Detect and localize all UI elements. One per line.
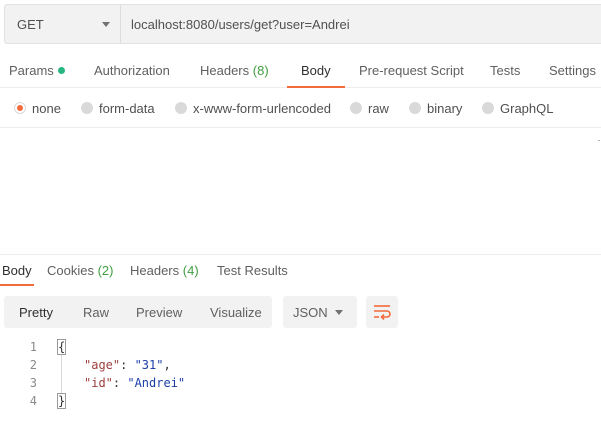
tab-label: Headers bbox=[130, 263, 180, 278]
radio-icon bbox=[409, 102, 421, 114]
tab-body[interactable]: Body bbox=[287, 52, 345, 88]
radio-label: none bbox=[32, 100, 61, 116]
json-separator: : bbox=[112, 376, 128, 390]
line-number: 4 bbox=[29, 394, 37, 408]
tab-label: Params bbox=[9, 63, 54, 78]
response-tab-headers[interactable]: Headers (4) bbox=[130, 258, 199, 286]
json-value: "31" bbox=[134, 358, 164, 372]
radio-icon bbox=[350, 102, 362, 114]
divider bbox=[0, 127, 601, 128]
radio-x-www-form-urlencoded[interactable]: x-www-form-urlencoded bbox=[175, 96, 331, 120]
url-value: localhost:8080/users/get?user=Andrei bbox=[131, 16, 350, 32]
tab-params[interactable]: Params bbox=[9, 52, 65, 88]
radio-label: form-data bbox=[99, 100, 155, 116]
view-visualize-button[interactable]: Visualize bbox=[210, 296, 262, 328]
radio-icon bbox=[81, 102, 93, 114]
tab-count: (8) bbox=[252, 63, 269, 78]
json-separator: : bbox=[120, 358, 135, 372]
radio-icon bbox=[482, 102, 494, 114]
json-key: "id" bbox=[84, 376, 113, 390]
tab-label: Tests bbox=[490, 63, 521, 78]
tab-label: Headers bbox=[200, 63, 250, 78]
format-select[interactable]: JSON bbox=[283, 296, 357, 328]
radio-binary[interactable]: binary bbox=[409, 96, 462, 120]
response-code-viewer[interactable]: 1 { 2 "age": "31", 3 "id": "Andrei" 4 } bbox=[0, 338, 601, 410]
chevron-down-icon bbox=[102, 22, 110, 27]
radio-icon bbox=[175, 102, 187, 114]
tab-tests[interactable]: Tests bbox=[490, 52, 520, 88]
tab-count: (2) bbox=[97, 263, 114, 278]
radio-label: binary bbox=[427, 100, 463, 116]
radio-none[interactable]: none bbox=[14, 96, 61, 120]
wrap-lines-button[interactable] bbox=[366, 296, 398, 328]
tab-label: Cookies bbox=[47, 263, 94, 278]
response-tab-body[interactable]: Body bbox=[0, 258, 34, 286]
scroll-edge-mark bbox=[598, 140, 600, 141]
json-key: "age" bbox=[84, 358, 121, 372]
radio-label: GraphQL bbox=[500, 100, 554, 116]
url-input[interactable]: localhost:8080/users/get?user=Andrei bbox=[120, 4, 601, 44]
view-preview-button[interactable]: Preview bbox=[136, 296, 182, 328]
view-mode-group: Pretty Raw Preview Visualize bbox=[4, 296, 272, 328]
method-label: GET bbox=[17, 16, 44, 32]
wrap-lines-icon bbox=[374, 305, 391, 320]
tab-label: Pre-request Script bbox=[359, 63, 464, 78]
code-line: 1 { bbox=[0, 338, 601, 356]
chevron-down-icon bbox=[335, 310, 343, 315]
json-brace: } bbox=[56, 393, 67, 409]
line-number: 1 bbox=[29, 340, 37, 354]
request-url-bar: GET localhost:8080/users/get?user=Andrei bbox=[4, 4, 601, 44]
method-select[interactable]: GET bbox=[4, 4, 120, 44]
tab-label: Test Results bbox=[217, 263, 288, 278]
radio-raw[interactable]: raw bbox=[350, 96, 389, 120]
status-dot-icon bbox=[57, 67, 65, 74]
tab-settings[interactable]: Settings bbox=[549, 52, 596, 88]
view-raw-button[interactable]: Raw bbox=[83, 296, 109, 328]
radio-graphql[interactable]: GraphQL bbox=[482, 96, 553, 120]
tab-label: Body bbox=[2, 263, 32, 278]
tab-label: Authorization bbox=[94, 63, 170, 78]
tab-label: Body bbox=[301, 63, 331, 78]
response-tabs: Body Cookies (2) Headers (4) Test Result… bbox=[0, 258, 601, 286]
divider[interactable] bbox=[0, 254, 601, 255]
body-type-options: none form-data x-www-form-urlencoded raw… bbox=[0, 96, 601, 120]
response-tab-test-results[interactable]: Test Results bbox=[217, 258, 288, 286]
radio-label: raw bbox=[368, 100, 389, 116]
radio-form-data[interactable]: form-data bbox=[81, 96, 155, 120]
json-brace: { bbox=[56, 339, 67, 355]
tab-label: Settings bbox=[549, 63, 596, 78]
tab-headers[interactable]: Headers (8) bbox=[200, 52, 269, 88]
line-number: 2 bbox=[29, 358, 37, 372]
json-comma: , bbox=[163, 358, 171, 372]
response-tab-cookies[interactable]: Cookies (2) bbox=[47, 258, 113, 286]
line-number: 3 bbox=[29, 376, 37, 390]
format-label: JSON bbox=[293, 305, 328, 320]
tab-pre-request-script[interactable]: Pre-request Script bbox=[359, 52, 464, 88]
code-line: 4 } bbox=[0, 392, 601, 410]
view-pretty-button[interactable]: Pretty bbox=[19, 296, 53, 328]
radio-label: x-www-form-urlencoded bbox=[193, 100, 331, 116]
tab-authorization[interactable]: Authorization bbox=[94, 52, 170, 88]
code-line: 3 "id": "Andrei" bbox=[0, 374, 601, 392]
code-line: 2 "age": "31", bbox=[0, 356, 601, 374]
tab-count: (4) bbox=[182, 263, 199, 278]
request-tabs: Params Authorization Headers (8) Body Pr… bbox=[0, 52, 601, 88]
radio-selected-icon bbox=[14, 102, 26, 114]
json-value: "Andrei" bbox=[127, 376, 186, 390]
